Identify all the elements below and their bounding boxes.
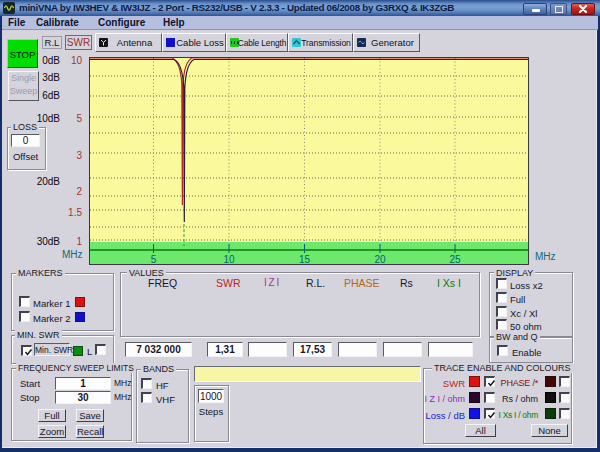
svg-text:20: 20 — [374, 254, 386, 265]
svg-text:10: 10 — [223, 254, 235, 265]
svg-text:25: 25 — [449, 254, 461, 265]
svg-text:15: 15 — [299, 254, 311, 265]
svg-text:5: 5 — [151, 254, 157, 265]
